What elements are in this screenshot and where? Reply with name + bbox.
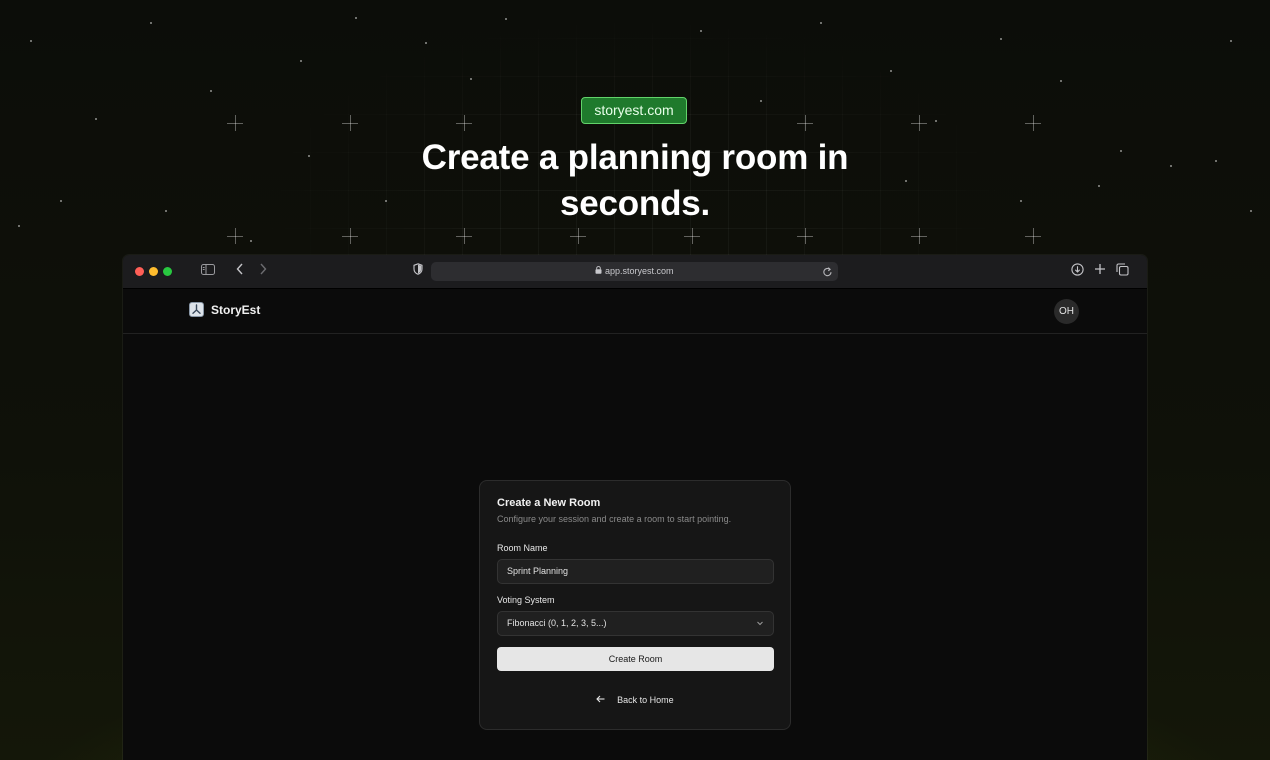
background-star <box>760 100 762 102</box>
room-name-label: Room Name <box>497 543 548 553</box>
hero-title-line-2: seconds. <box>559 184 711 223</box>
storyest-logo-icon[interactable] <box>189 302 204 317</box>
background-sparkle <box>911 228 927 244</box>
hero-title: Create a planning room in seconds. <box>335 135 935 227</box>
background-star <box>165 210 167 212</box>
create-room-card: Create a New Room Configure your session… <box>479 480 791 730</box>
background-star <box>1020 200 1022 202</box>
back-to-home-label: Back to Home <box>617 695 674 705</box>
address-bar-text: app.storyest.com <box>431 262 838 281</box>
lock-icon <box>595 266 605 276</box>
tabs-overview-icon[interactable] <box>1115 263 1129 279</box>
minimize-window-button[interactable] <box>149 267 158 276</box>
background-sparkle <box>797 228 813 244</box>
browser-window: app.storyest.com StoryEst OH Create a Ne… <box>123 255 1147 760</box>
background-sparkle <box>797 115 813 131</box>
background-star <box>1098 185 1100 187</box>
arrow-left-icon <box>596 695 608 706</box>
background-sparkle <box>342 115 358 131</box>
background-star <box>1250 210 1252 212</box>
download-icon[interactable] <box>1070 263 1084 279</box>
background-star <box>1215 160 1217 162</box>
background-star <box>425 42 427 44</box>
background-sparkle <box>1025 228 1041 244</box>
new-tab-icon[interactable] <box>1093 263 1107 279</box>
background-star <box>150 22 152 24</box>
domain-badge: storyest.com <box>581 97 687 124</box>
user-avatar[interactable]: OH <box>1054 299 1079 324</box>
background-star <box>470 78 472 80</box>
background-star <box>1120 150 1122 152</box>
forward-icon[interactable] <box>257 263 269 279</box>
reload-icon[interactable] <box>822 265 833 283</box>
background-star <box>60 200 62 202</box>
voting-system-value: Fibonacci (0, 1, 2, 3, 5...) <box>507 618 607 628</box>
background-sparkle <box>227 228 243 244</box>
background-star <box>210 90 212 92</box>
background-star <box>505 18 507 20</box>
background-star <box>1060 80 1062 82</box>
background-star <box>300 60 302 62</box>
background-star <box>700 30 702 32</box>
browser-toolbar: app.storyest.com <box>123 255 1147 289</box>
background-sparkle <box>684 228 700 244</box>
hero-title-line-1: Create a planning room in <box>421 138 849 177</box>
voting-system-label: Voting System <box>497 595 555 605</box>
background-star <box>1230 40 1232 42</box>
url-text: app.storyest.com <box>604 266 674 276</box>
card-subtitle: Configure your session and create a room… <box>497 514 732 524</box>
background-sparkle <box>227 115 243 131</box>
address-bar[interactable]: app.storyest.com <box>431 262 838 281</box>
background-star <box>355 17 357 19</box>
sidebar-icon[interactable] <box>200 263 216 279</box>
room-name-input[interactable]: Sprint Planning <box>497 559 774 584</box>
app-header: StoryEst OH <box>123 289 1147 334</box>
background-star <box>820 22 822 24</box>
background-sparkle <box>342 228 358 244</box>
background-sparkle <box>456 115 472 131</box>
background-star <box>95 118 97 120</box>
chevron-down-icon <box>756 612 764 644</box>
voting-system-select[interactable]: Fibonacci (0, 1, 2, 3, 5...) <box>497 611 774 636</box>
background-star <box>308 155 310 157</box>
background-star <box>18 225 20 227</box>
create-room-button[interactable]: Create Room <box>497 647 774 671</box>
background-sparkle <box>570 228 586 244</box>
background-star <box>890 70 892 72</box>
background-star <box>935 120 937 122</box>
background-sparkle <box>1025 115 1041 131</box>
card-title: Create a New Room <box>497 497 601 509</box>
background-star <box>250 240 252 242</box>
zoom-window-button[interactable] <box>163 267 172 276</box>
back-to-home-link[interactable]: Back to Home <box>480 693 790 708</box>
page-background: storyest.com Create a planning room in s… <box>0 0 1270 760</box>
background-star <box>1000 38 1002 40</box>
back-icon[interactable] <box>234 263 246 279</box>
shield-icon[interactable] <box>412 263 424 279</box>
background-star <box>30 40 32 42</box>
room-name-value: Sprint Planning <box>507 566 569 576</box>
background-sparkle <box>911 115 927 131</box>
brand-name[interactable]: StoryEst <box>211 302 260 318</box>
background-star <box>1170 165 1172 167</box>
background-sparkle <box>456 228 472 244</box>
close-window-button[interactable] <box>135 267 144 276</box>
